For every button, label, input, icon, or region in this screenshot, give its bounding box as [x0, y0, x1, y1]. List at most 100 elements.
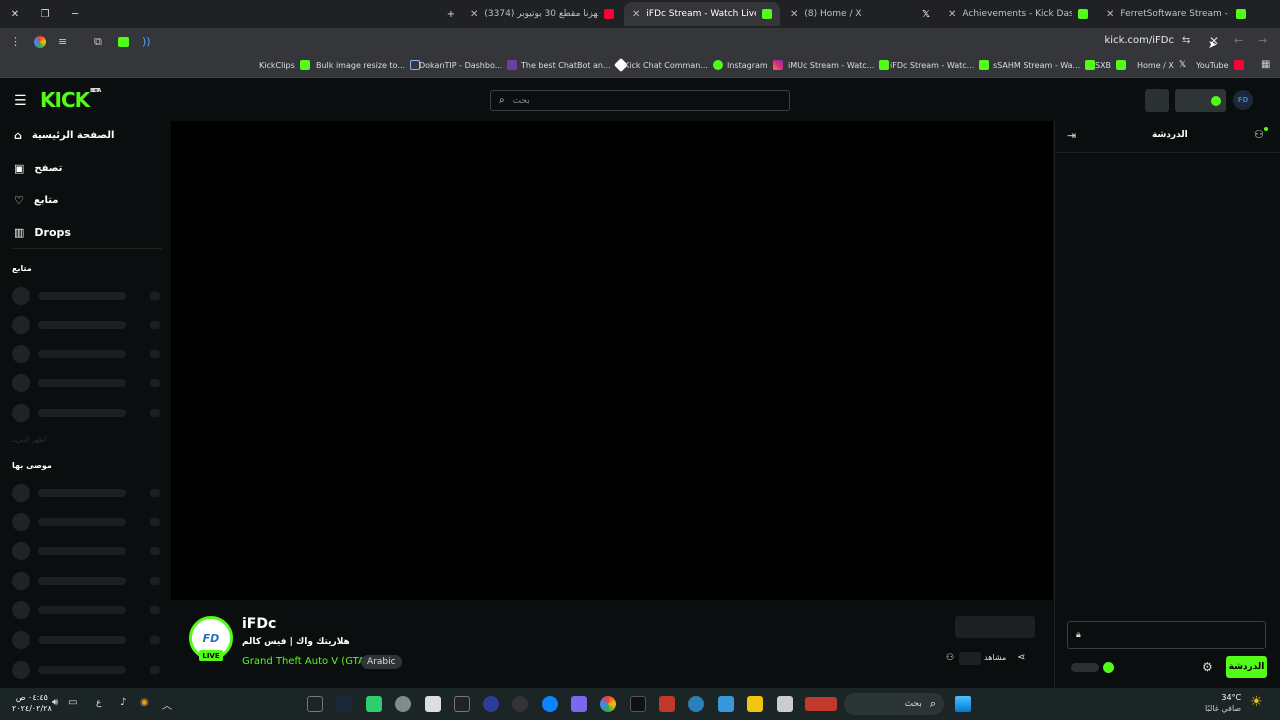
- file-explorer-icon[interactable]: [747, 696, 763, 712]
- chrome-profile-icon[interactable]: [34, 36, 46, 48]
- bookmark-sxb[interactable]: SXB: [1095, 60, 1127, 70]
- bookmark-ssahm-stream[interactable]: sSAHM Stream - Wa...: [993, 60, 1096, 70]
- settings-app-icon[interactable]: [395, 696, 411, 712]
- close-tab-icon[interactable]: ✕: [790, 9, 798, 20]
- tab-ifdc-stream[interactable]: ✕ iFDc Stream - Watch Live on Kick: [624, 2, 780, 26]
- search-box[interactable]: ⌕: [490, 90, 790, 111]
- discord-icon[interactable]: [571, 696, 587, 712]
- close-tab-icon[interactable]: ✕: [632, 9, 640, 20]
- sidebar-divider: [12, 248, 162, 249]
- show-more-link[interactable]: أظهر المزيد: [12, 436, 46, 444]
- tray-overflow-chevron-icon[interactable]: ︿: [162, 697, 172, 712]
- taskbar-app-icon[interactable]: [307, 696, 323, 712]
- close-tab-icon[interactable]: ✕: [1106, 9, 1114, 20]
- bookmark-bulk-resize[interactable]: Bulk image resize to...: [316, 60, 421, 70]
- collapse-chat-icon[interactable]: ⇥: [1067, 129, 1076, 142]
- bookmark-home-x[interactable]: Home / X 𝕏: [1137, 60, 1186, 70]
- site-settings-icon[interactable]: ⇆: [1182, 35, 1190, 46]
- sidebar-item-following[interactable]: ♡ متابع: [14, 194, 59, 207]
- follow-button-skeleton[interactable]: [955, 616, 1035, 638]
- chat-title: الدردشة: [1152, 130, 1188, 140]
- taskbar-widget[interactable]: [805, 697, 837, 711]
- language-tag[interactable]: Arabic: [361, 655, 402, 669]
- taskbar-search[interactable]: بحث ⌕: [844, 693, 944, 715]
- tab-ferretsoftware[interactable]: ✕ FerretSoftware Stream - Wa: [1098, 2, 1254, 26]
- volume-icon[interactable]: 🔊︎: [52, 697, 58, 708]
- kick-extension-icon[interactable]: [118, 37, 129, 47]
- kick-icon: [879, 60, 890, 70]
- following-heading: متابع: [12, 264, 32, 273]
- shield-app-icon[interactable]: [718, 696, 734, 712]
- app-icon[interactable]: [659, 696, 675, 712]
- chrome-icon[interactable]: [600, 696, 616, 712]
- app-icon[interactable]: [483, 696, 499, 712]
- call-of-duty-icon[interactable]: [630, 696, 646, 712]
- bookmark-label: Home / X: [1137, 60, 1174, 70]
- epic-games-icon[interactable]: [454, 696, 470, 712]
- viewers-icon: ⚇: [946, 653, 955, 663]
- chat-send-button[interactable]: الدردشة: [1226, 656, 1267, 678]
- close-tab-icon[interactable]: ✕: [470, 9, 478, 20]
- kick-icon: [299, 60, 310, 70]
- channel-name[interactable]: iFDc: [242, 616, 276, 632]
- category-link[interactable]: Grand Theft Auto V (GTA): [242, 656, 369, 667]
- microphone-icon[interactable]: ♪: [120, 697, 126, 708]
- app-icon[interactable]: [688, 696, 704, 712]
- bookmark-ifdc-stream[interactable]: iFDc Stream - Watc...: [890, 60, 990, 70]
- input-language[interactable]: ع: [96, 698, 101, 708]
- translate-extension-icon[interactable]: )): [142, 35, 151, 48]
- app-icon[interactable]: [777, 696, 793, 712]
- reading-list-icon[interactable]: ≡: [58, 35, 67, 48]
- chat-users-icon[interactable]: ⚇: [1254, 128, 1264, 141]
- windows-start-icon[interactable]: [955, 696, 971, 712]
- edge-icon[interactable]: [542, 696, 558, 712]
- tab-home-x[interactable]: ✕ (8) Home / X 𝕏: [782, 2, 938, 26]
- placeholder-button[interactable]: [1145, 89, 1169, 112]
- live-badge: LIVE: [199, 650, 223, 661]
- tab-title: Achievements - Kick Dashboard: [962, 9, 1072, 19]
- bookmark-imuc-stream[interactable]: iMUc Stream - Watc...: [788, 60, 890, 70]
- window-close-icon[interactable]: ✕: [0, 0, 30, 28]
- sidebar-item-home[interactable]: ⌂ الصفحة الرئيسية: [14, 129, 114, 142]
- store-icon[interactable]: [425, 696, 441, 712]
- clock[interactable]: ٠٤:٤٥ ص ٢٠٢٤/٠٢/٢٨: [12, 692, 52, 714]
- steam-icon[interactable]: [336, 696, 352, 712]
- url-text[interactable]: kick.com/iFDc: [1105, 35, 1175, 46]
- kick-logo[interactable]: KICKBETA: [40, 88, 101, 112]
- sidebar-item-browse[interactable]: ▣ تصفح: [14, 162, 62, 175]
- back-arrow-icon[interactable]: →: [1258, 34, 1267, 47]
- tab-youtube[interactable]: ✕ كيف جهزنا مقطع 30 يوتيوبر (3374): [462, 2, 622, 26]
- all-bookmarks-icon[interactable]: ▦: [1261, 59, 1270, 70]
- user-menu-button[interactable]: [1175, 89, 1226, 112]
- tab-achievements[interactable]: ✕ Achievements - Kick Dashboard: [940, 2, 1096, 26]
- network-icon[interactable]: ▭: [68, 697, 77, 708]
- share-icon[interactable]: ⋖: [1017, 652, 1025, 663]
- bookmark-instagram[interactable]: Instagram: [727, 60, 783, 70]
- chat-message-input[interactable]: 🔒︎: [1067, 621, 1266, 649]
- menu-dots-icon[interactable]: ⋮: [10, 35, 21, 48]
- app-icon[interactable]: [512, 696, 528, 712]
- tray-app-icon[interactable]: ◉: [140, 697, 149, 708]
- bookmark-dokantip[interactable]: DokanTIP - Dashbo...: [419, 60, 518, 70]
- extensions-icon[interactable]: ⧉: [94, 35, 102, 49]
- chat-settings-gear-icon[interactable]: ⚙: [1202, 660, 1213, 674]
- close-tab-icon[interactable]: ✕: [948, 9, 956, 20]
- search-input[interactable]: [512, 95, 781, 106]
- video-player[interactable]: [171, 121, 1053, 600]
- forward-arrow-icon[interactable]: ←: [1234, 34, 1243, 47]
- channel-skeleton: [12, 631, 160, 649]
- whatsapp-icon[interactable]: [366, 696, 382, 712]
- bookmark-label: KickClips: [259, 60, 295, 70]
- user-avatar[interactable]: FD: [1233, 90, 1253, 110]
- bookmark-kick-chat-commands[interactable]: Kick Chat Comman...: [624, 60, 723, 70]
- sidebar-item-drops[interactable]: ▥ Drops: [14, 226, 71, 239]
- window-restore-icon[interactable]: ❐: [30, 0, 60, 28]
- hamburger-menu-icon[interactable]: ☰: [14, 93, 27, 109]
- bookmark-youtube[interactable]: YouTube: [1196, 60, 1244, 70]
- bookmark-kickclips[interactable]: KickClips: [259, 60, 310, 70]
- weather-widget[interactable]: 34°C صافي غالبًا: [1205, 692, 1241, 714]
- bookmark-chatbot[interactable]: The best ChatBot an...: [521, 57, 628, 73]
- bookmark-label: The best ChatBot an...: [521, 60, 611, 70]
- window-minimize-icon[interactable]: ─: [60, 0, 90, 28]
- omnibox[interactable]: [166, 31, 1226, 53]
